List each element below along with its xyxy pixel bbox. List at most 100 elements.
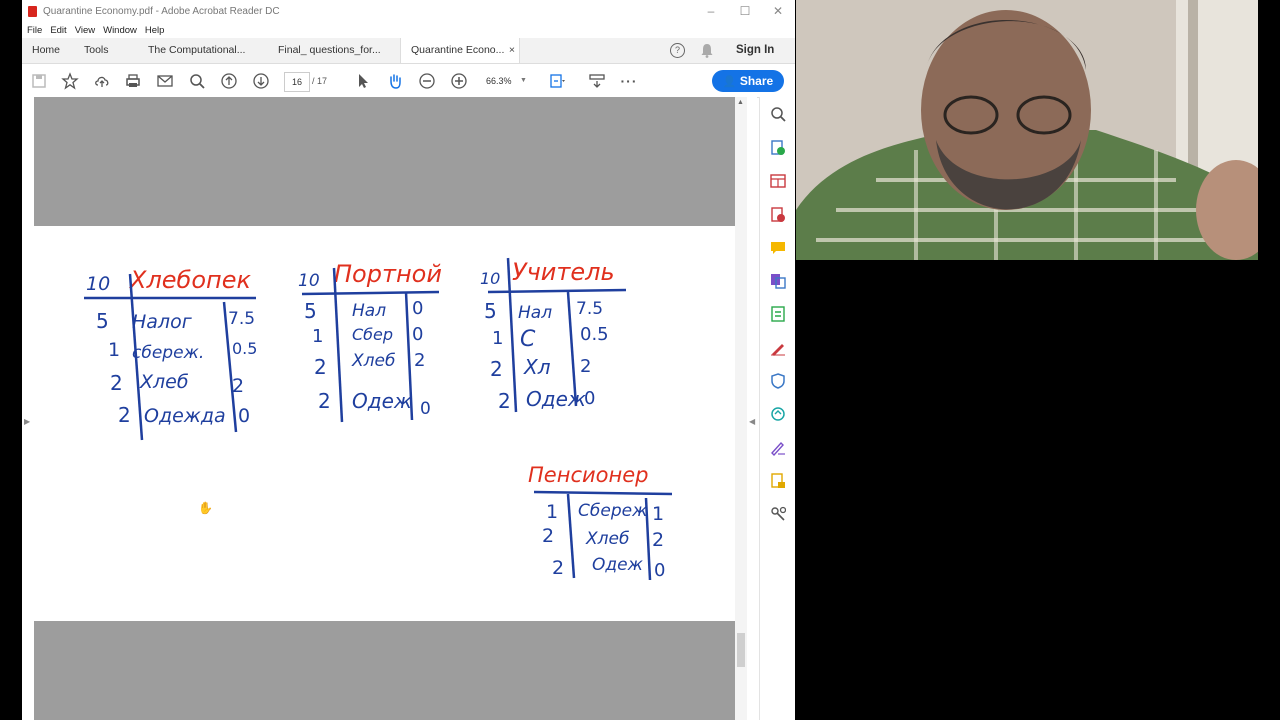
scroll-mode-icon[interactable] bbox=[588, 72, 606, 90]
table-cell-value: 2 bbox=[580, 356, 591, 377]
table-cell-qty: 1 bbox=[312, 326, 323, 347]
table-cell-value: 0 bbox=[412, 298, 423, 319]
tools-pane bbox=[759, 97, 795, 720]
tab-doc-quarantine-label: Quarantine Econo... bbox=[411, 44, 505, 56]
notifications-bell-icon[interactable] bbox=[700, 43, 714, 58]
table-heading: Учитель bbox=[512, 258, 615, 286]
tab-close-icon[interactable]: × bbox=[509, 38, 515, 63]
table-cell-qty: 5 bbox=[484, 299, 497, 323]
tab-home[interactable]: Home bbox=[32, 38, 60, 63]
total-pages: 17 bbox=[317, 76, 328, 86]
left-panel-toggle-icon[interactable]: ▶ bbox=[24, 417, 30, 426]
table-cell-value: 7.5 bbox=[576, 299, 603, 319]
zoom-out-icon[interactable] bbox=[418, 72, 436, 90]
zoom-level-select[interactable]: 66.3% ▼ bbox=[482, 72, 530, 90]
table-cell-qty: 2 bbox=[542, 525, 554, 547]
edit-pdf-icon[interactable] bbox=[770, 273, 786, 289]
tab-tools[interactable]: Tools bbox=[84, 38, 109, 63]
menu-window[interactable]: Window bbox=[103, 25, 137, 36]
sign-in-link[interactable]: Sign In bbox=[736, 38, 774, 63]
table-cell-value: 0.5 bbox=[232, 339, 257, 358]
email-icon[interactable] bbox=[156, 72, 174, 90]
fill-sign-icon[interactable] bbox=[770, 340, 786, 356]
maximize-button[interactable]: ☐ bbox=[728, 0, 762, 22]
page-number-input[interactable]: 16 bbox=[284, 72, 310, 92]
export-pdf-icon[interactable] bbox=[770, 140, 786, 156]
select-cursor-icon[interactable] bbox=[354, 72, 372, 90]
table-cell-qty: 2 bbox=[490, 357, 503, 381]
close-window-button[interactable]: ✕ bbox=[761, 0, 795, 22]
scroll-up-icon[interactable]: ▲ bbox=[737, 99, 744, 106]
upload-cloud-icon[interactable] bbox=[93, 72, 111, 90]
table-total: 10 bbox=[480, 269, 500, 288]
create-pdf-icon[interactable] bbox=[770, 207, 786, 223]
main-toolbar: 16 / 17 66.3% ▼ ··· 👤 Share bbox=[22, 64, 795, 98]
table-cell-value: 0 bbox=[584, 388, 595, 409]
table-cell-item: Сбер bbox=[352, 325, 393, 344]
compress-icon[interactable] bbox=[770, 306, 786, 322]
minimize-button[interactable]: – bbox=[694, 0, 728, 22]
chevron-down-icon: ▼ bbox=[520, 77, 527, 84]
page-separator: / bbox=[312, 76, 315, 86]
right-panel-toggle-icon[interactable]: ◀ bbox=[749, 417, 755, 426]
share-button-label: Share bbox=[739, 74, 774, 88]
comment-icon[interactable] bbox=[770, 240, 786, 256]
pdf-page: 10 Хлебопек 5 Налог 7.5 1 сбереж. 0.5 2 … bbox=[34, 226, 735, 621]
table-cell-value: 2 bbox=[652, 529, 664, 551]
handwritten-tables: 10 Хлебопек 5 Налог 7.5 1 сбереж. 0.5 2 … bbox=[84, 257, 673, 581]
protect-icon[interactable] bbox=[770, 373, 786, 389]
search-zoom-icon[interactable] bbox=[770, 106, 786, 122]
previous-page-icon[interactable] bbox=[220, 72, 238, 90]
stamp-icon[interactable] bbox=[770, 473, 786, 489]
document-viewer[interactable]: ▶ 10 Хлебопек 5 Налог 7.5 1 сбереж. 0.5 … bbox=[22, 97, 757, 720]
table-cell-item: Одеж bbox=[526, 387, 586, 411]
menu-edit[interactable]: Edit bbox=[50, 25, 66, 36]
tab-bar: Home Tools The Computational... Final_ q… bbox=[22, 38, 795, 64]
next-page-icon[interactable] bbox=[252, 72, 270, 90]
send-for-review-icon[interactable] bbox=[770, 406, 786, 422]
more-tools-icon[interactable] bbox=[770, 506, 786, 522]
table-cell-value: 0 bbox=[654, 560, 665, 581]
table-khlebopek: 10 Хлебопек 5 Налог 7.5 1 сбереж. 0.5 2 … bbox=[84, 266, 257, 441]
table-cell-qty: 2 bbox=[118, 403, 131, 427]
print-icon[interactable] bbox=[124, 72, 142, 90]
organize-pages-icon[interactable] bbox=[770, 173, 786, 189]
table-cell-value: 0 bbox=[420, 399, 431, 419]
table-uchitel: 10 Учитель 5 Нал 7.5 1 С 0.5 2 Хл 2 2 Од… bbox=[480, 257, 627, 413]
table-cell-item: Одеж bbox=[592, 555, 644, 575]
table-cell-value: 2 bbox=[414, 350, 425, 371]
table-heading: Хлебопек bbox=[128, 266, 251, 294]
hand-cursor-icon: ✋ bbox=[198, 501, 213, 515]
zoom-in-icon[interactable] bbox=[450, 72, 468, 90]
more-options-icon[interactable]: ··· bbox=[620, 72, 638, 90]
tab-doc-final-questions[interactable]: Final_ questions_for... bbox=[278, 38, 381, 63]
pdf-app-icon bbox=[28, 5, 37, 17]
table-cell-qty: 1 bbox=[492, 328, 503, 349]
table-cell-value: 1 bbox=[652, 503, 664, 525]
fit-page-icon[interactable] bbox=[548, 72, 566, 90]
search-icon[interactable] bbox=[188, 72, 206, 90]
table-cell-item: Налог bbox=[132, 311, 193, 333]
tab-doc-quarantine[interactable]: Quarantine Econo... × bbox=[400, 38, 520, 63]
table-cell-item: Хлеб bbox=[139, 371, 189, 393]
scrollbar-thumb[interactable] bbox=[737, 633, 745, 667]
table-cell-qty: 2 bbox=[110, 371, 123, 395]
table-cell-value: 7.5 bbox=[228, 309, 255, 329]
menu-view[interactable]: View bbox=[75, 25, 95, 36]
help-icon[interactable]: ? bbox=[670, 43, 685, 58]
save-icon[interactable] bbox=[30, 72, 48, 90]
share-button[interactable]: 👤 Share bbox=[712, 70, 784, 92]
tab-doc-computational[interactable]: The Computational... bbox=[148, 38, 245, 63]
hand-tool-icon[interactable] bbox=[386, 72, 404, 90]
bookmark-star-icon[interactable] bbox=[61, 72, 79, 90]
table-cell-value: 0 bbox=[238, 405, 250, 427]
share-person-icon: 👤 bbox=[722, 76, 737, 88]
menu-help[interactable]: Help bbox=[145, 25, 165, 36]
table-cell-item: Хл bbox=[523, 355, 551, 379]
table-cell-qty: 2 bbox=[552, 557, 564, 579]
menu-file[interactable]: File bbox=[27, 25, 42, 36]
document-scroll-area[interactable]: 10 Хлебопек 5 Налог 7.5 1 сбереж. 0.5 2 … bbox=[34, 97, 735, 720]
vertical-scrollbar[interactable]: ▲ bbox=[735, 97, 747, 720]
table-cell-value: 2 bbox=[232, 375, 244, 397]
sign-icon[interactable] bbox=[770, 440, 786, 456]
